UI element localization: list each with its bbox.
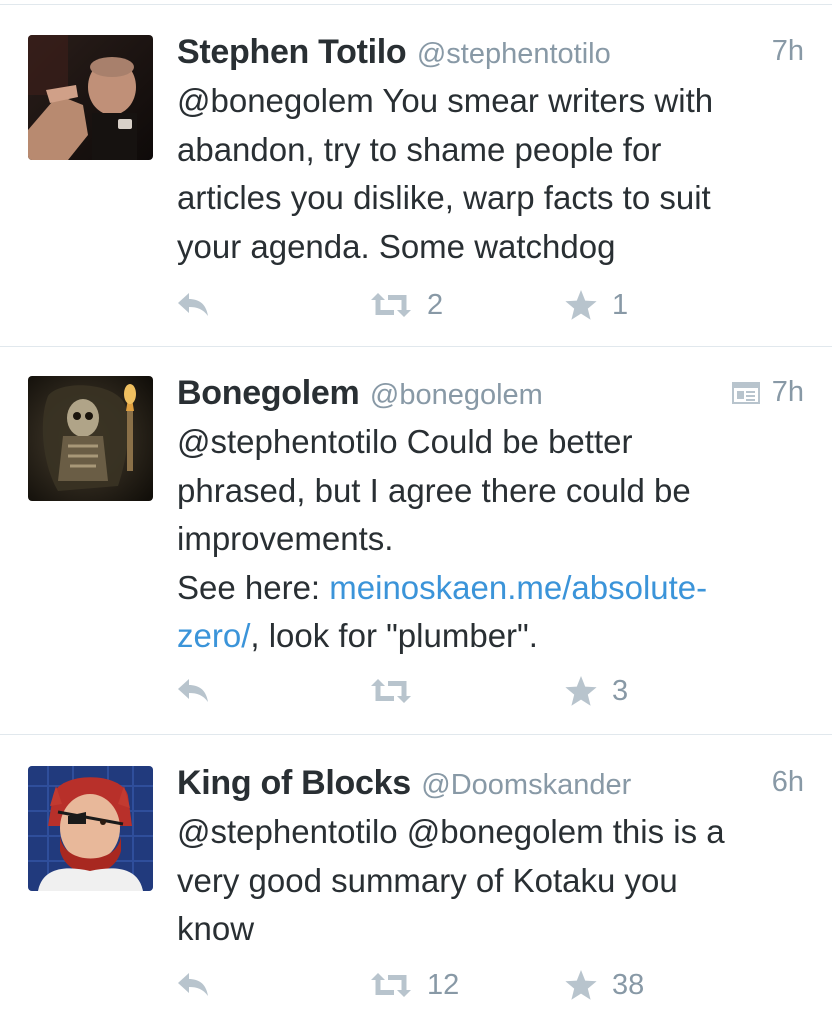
tweet-text: @stephentotilo Could be better phrased, … xyxy=(177,418,787,661)
tweet-text-line: abandon, try to shame people for xyxy=(177,130,662,168)
tweet-2[interactable]: Bonegolem @bonegolem 7h @stephentotilo C… xyxy=(0,346,832,735)
display-name[interactable]: King of Blocks xyxy=(177,764,411,802)
star-icon xyxy=(565,290,597,320)
timestamp[interactable]: 7h xyxy=(772,376,804,409)
user-handle[interactable]: @stephentotilo xyxy=(417,38,611,70)
favorite-button[interactable]: 3 xyxy=(564,669,628,713)
favorite-button[interactable]: 1 xyxy=(564,283,628,327)
avatar-image xyxy=(28,766,153,891)
tweet-actions: 12 38 xyxy=(0,963,832,1007)
avatar[interactable] xyxy=(28,35,153,160)
tweet-text-line: know xyxy=(177,910,255,947)
tweet-text-line: zero/, look for "plumber". xyxy=(177,612,787,661)
retweet-icon xyxy=(371,973,411,997)
tweet-text: @stephentotilo @bonegolem this is a very… xyxy=(177,808,787,954)
tweet-text-line: very good summary of Kotaku you xyxy=(177,861,678,899)
avatar-image xyxy=(28,376,153,501)
link-prefix: See here: xyxy=(177,568,330,606)
tweet-actions: 2 1 xyxy=(0,283,832,327)
retweet-button[interactable]: 2 xyxy=(369,283,443,327)
favorite-count: 38 xyxy=(612,968,645,1001)
tweet-header: Bonegolem @bonegolem 7h xyxy=(177,374,804,418)
star-icon xyxy=(565,970,597,1000)
display-name[interactable]: Bonegolem xyxy=(177,374,360,412)
tweet-header: Stephen Totilo @stephentotilo 7h xyxy=(177,33,804,77)
tweet-text-line: @stephentotilo Could be better xyxy=(177,423,633,460)
tweet-link[interactable]: meinoskaen.me/absolute- xyxy=(329,569,707,606)
reply-button[interactable] xyxy=(176,283,210,327)
tweet-text-line: phrased, but I agree there could be xyxy=(177,471,691,509)
tweet-text-line: @stephentotilo @bonegolem this is a xyxy=(177,813,725,850)
star-icon xyxy=(565,676,597,706)
display-name[interactable]: Stephen Totilo xyxy=(177,33,407,71)
retweet-icon xyxy=(371,293,411,317)
reply-icon xyxy=(178,679,208,702)
favorite-button[interactable]: 38 xyxy=(564,963,644,1007)
tweet-1[interactable]: Stephen Totilo @stephentotilo 7h @bonego… xyxy=(0,4,832,347)
user-handle[interactable]: @bonegolem xyxy=(370,379,543,411)
retweet-button[interactable]: 12 xyxy=(369,963,459,1007)
avatar-image xyxy=(28,35,153,160)
tweet-text-line: See here: meinoskaen.me/absolute- xyxy=(177,564,787,613)
tweet-text-line: articles you dislike, warp facts to suit xyxy=(177,179,711,216)
favorite-count: 3 xyxy=(612,674,629,707)
tweet-text: @bonegolem You smear writers with abando… xyxy=(177,77,787,271)
user-handle[interactable]: @Doomskander xyxy=(421,769,631,801)
retweet-count: 2 xyxy=(427,288,444,321)
retweet-count: 12 xyxy=(427,968,460,1001)
favorite-count: 1 xyxy=(612,288,629,321)
tweet-text-line: improvements. xyxy=(177,520,394,557)
timestamp[interactable]: 7h xyxy=(772,35,804,68)
tweet-link-continued[interactable]: zero/ xyxy=(177,617,250,654)
media-summary-icon[interactable] xyxy=(732,382,760,404)
retweet-icon xyxy=(371,679,411,703)
timestamp[interactable]: 6h xyxy=(772,766,804,799)
reply-icon xyxy=(178,293,208,316)
avatar[interactable] xyxy=(28,376,153,501)
reply-icon xyxy=(178,973,208,996)
tweet-actions: 3 xyxy=(0,669,832,713)
reply-button[interactable] xyxy=(176,669,210,713)
avatar[interactable] xyxy=(28,766,153,891)
reply-button[interactable] xyxy=(176,963,210,1007)
tweet-header: King of Blocks @Doomskander 6h xyxy=(177,764,804,808)
tweet-text-line: your agenda. Some watchdog xyxy=(177,227,616,265)
tweet-text-line: @bonegolem You smear writers with xyxy=(177,82,714,119)
retweet-button[interactable] xyxy=(369,669,427,713)
tweet-3[interactable]: King of Blocks @Doomskander 6h @stephent… xyxy=(0,736,832,1036)
link-suffix: , look for "plumber". xyxy=(250,617,538,654)
